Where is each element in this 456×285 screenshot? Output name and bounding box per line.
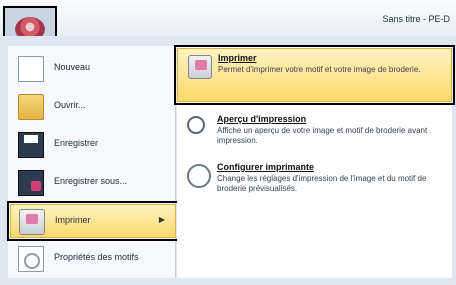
submenu-item-description: Change les réglages d'impression de l'im… [217, 174, 427, 193]
title-bar: Sans titre - PE-D [0, 0, 456, 36]
submenu-item-title: Configurer imprimante [217, 162, 315, 172]
menu-item-new[interactable]: Nouveau [10, 52, 176, 86]
window-title: Sans titre - PE-D [382, 14, 450, 24]
menu-item-label: Propriétés des motifs [54, 252, 139, 262]
print-preview-icon [187, 116, 205, 134]
printer-settings-icon [187, 164, 211, 188]
submenu-item-title: Imprimer [218, 53, 257, 63]
printer-icon [188, 55, 212, 79]
application-menu: Nouveau Ouvrir... Enregistrer Enregistre… [0, 36, 456, 285]
submenu-item-title: Aperçu d'impression [217, 114, 307, 124]
properties-icon [18, 246, 44, 272]
print-submenu: Imprimer Permet d'imprimer votre motif e… [174, 45, 455, 278]
submenu-item-print-preview[interactable]: Aperçu d'impression Affiche un aperçu de… [177, 110, 452, 152]
save-disk-icon [18, 132, 44, 158]
menu-item-save-as[interactable]: Enregistrer sous... [10, 166, 176, 200]
submenu-item-description: Affiche un aperçu de votre image et moti… [217, 126, 428, 145]
menu-item-save[interactable]: Enregistrer [10, 128, 176, 162]
save-as-icon [18, 170, 44, 196]
menu-item-print[interactable]: Imprimer ▶ [7, 201, 179, 241]
folder-open-icon [18, 94, 44, 120]
menu-item-label: Enregistrer [54, 138, 99, 148]
menu-item-pattern-properties[interactable]: Propriétés des motifs [10, 242, 176, 276]
menu-item-label: Ouvrir... [54, 100, 86, 110]
menu-item-label: Nouveau [54, 62, 91, 72]
menu-left-column: Nouveau Ouvrir... Enregistrer Enregistre… [7, 46, 179, 278]
menu-item-label: Enregistrer sous... [54, 176, 128, 186]
submenu-item-printer-settings[interactable]: Configurer imprimante Change les réglage… [177, 158, 452, 200]
submenu-arrow-icon: ▶ [158, 215, 165, 224]
submenu-item-print[interactable]: Imprimer Permet d'imprimer votre motif e… [174, 45, 455, 105]
new-document-icon [18, 56, 44, 82]
printer-icon [19, 209, 45, 235]
menu-item-open[interactable]: Ouvrir... [10, 90, 176, 124]
menu-item-label: Imprimer [55, 215, 91, 225]
submenu-item-description: Permet d'imprimer votre motif et votre i… [218, 65, 421, 74]
